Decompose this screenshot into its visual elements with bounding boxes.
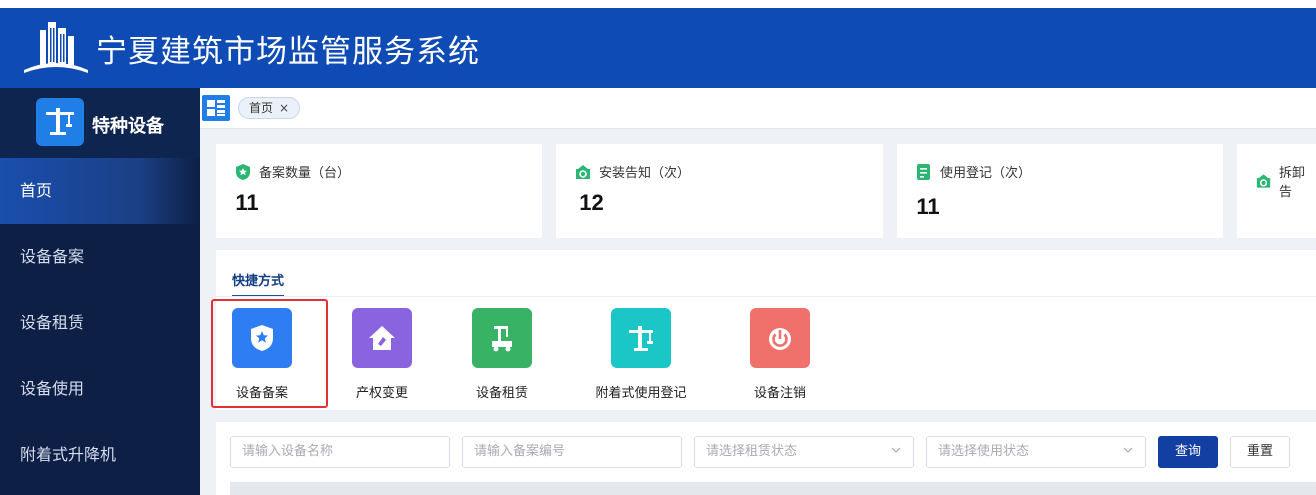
sidebar-item-device-usage[interactable]: 设备使用 xyxy=(0,356,200,422)
use-status-select[interactable]: 请选择使用状态 xyxy=(926,436,1146,468)
quick-attached-usage-register[interactable]: 附着式使用登记 xyxy=(586,308,696,401)
divider xyxy=(216,296,1316,297)
stat-value: 12 xyxy=(579,190,604,215)
table-header xyxy=(230,482,1316,495)
stat-card-dismantle-notice: 拆卸告 xyxy=(1237,144,1316,238)
reset-button[interactable]: 重置 xyxy=(1230,436,1290,468)
main-content: 首页 × 备案数量（台） 11 安装告知（次） 12 使用登记（次） 11 拆卸告… xyxy=(200,88,1316,495)
quick-label: 设备注销 xyxy=(753,386,806,401)
sidebar-item-climbing-hoist[interactable]: 附着式升降机 xyxy=(0,422,200,488)
tab-home-label: 首页 xyxy=(249,101,274,115)
rent-status-placeholder: 请选择租赁状态 xyxy=(706,444,798,459)
module-header: 特种设备 xyxy=(0,88,200,158)
chevron-down-icon xyxy=(1123,447,1133,453)
notice-icon xyxy=(576,164,590,179)
sidebar-item-device-rental[interactable]: 设备租赁 xyxy=(0,290,200,356)
quick-ownership-change[interactable]: 产权变更 xyxy=(327,308,437,401)
quick-device-rental[interactable]: 设备租赁 xyxy=(447,308,557,401)
stat-label: 拆卸告 xyxy=(1279,166,1306,200)
close-icon[interactable]: × xyxy=(279,101,289,115)
app-title: 宁夏建筑市场监管服务系统 xyxy=(96,34,480,70)
stat-value: 11 xyxy=(235,190,259,215)
quick-links-panel: 快捷方式 设备备案 产权变更 设备租赁 附着式使用登记 设备注销 xyxy=(216,250,1316,410)
tower-crane-icon xyxy=(611,308,671,368)
tower-crane-icon xyxy=(36,98,84,146)
crane-truck-icon xyxy=(472,308,532,368)
tab-home[interactable]: 首页 × xyxy=(238,97,301,119)
tab-bar: 首页 × xyxy=(200,88,1316,129)
use-status-placeholder: 请选择使用状态 xyxy=(938,444,1030,459)
device-name-input[interactable]: 请输入设备名称 xyxy=(230,436,450,468)
building-logo-icon xyxy=(24,22,88,73)
highlight-box xyxy=(211,299,328,408)
notice-icon xyxy=(1256,174,1271,188)
rent-status-select[interactable]: 请选择租赁状态 xyxy=(694,436,914,468)
record-code-input[interactable]: 请输入备案编号 xyxy=(462,436,682,468)
stat-card-usage-register: 使用登记（次） 11 xyxy=(897,144,1223,238)
sidebar: 特种设备 首页 设备备案 设备租赁 设备使用 附着式升降机 xyxy=(0,88,200,495)
quick-links-title: 快捷方式 xyxy=(232,270,285,297)
quick-device-cancel[interactable]: 设备注销 xyxy=(725,308,835,401)
stat-label: 使用登记（次） xyxy=(940,166,1032,181)
stat-label: 备案数量（台） xyxy=(259,166,351,181)
chevron-down-icon xyxy=(891,447,901,453)
quick-label: 设备租赁 xyxy=(475,386,528,401)
search-button[interactable]: 查询 xyxy=(1158,436,1218,468)
stat-value: 11 xyxy=(916,194,940,219)
shield-icon xyxy=(236,163,250,180)
stat-label: 安装告知（次） xyxy=(599,166,691,181)
quick-label: 附着式使用登记 xyxy=(595,386,687,401)
stat-card-install-notice: 安装告知（次） 12 xyxy=(556,144,883,238)
menu-toggle-icon[interactable] xyxy=(202,95,230,121)
house-icon xyxy=(352,308,412,368)
sidebar-item-device-record[interactable]: 设备备案 xyxy=(0,224,200,290)
quick-label: 产权变更 xyxy=(355,386,408,401)
top-header: 宁夏建筑市场监管服务系统 xyxy=(0,8,1316,88)
power-icon xyxy=(750,308,810,368)
register-icon xyxy=(917,163,930,180)
module-label: 特种设备 xyxy=(92,116,164,137)
